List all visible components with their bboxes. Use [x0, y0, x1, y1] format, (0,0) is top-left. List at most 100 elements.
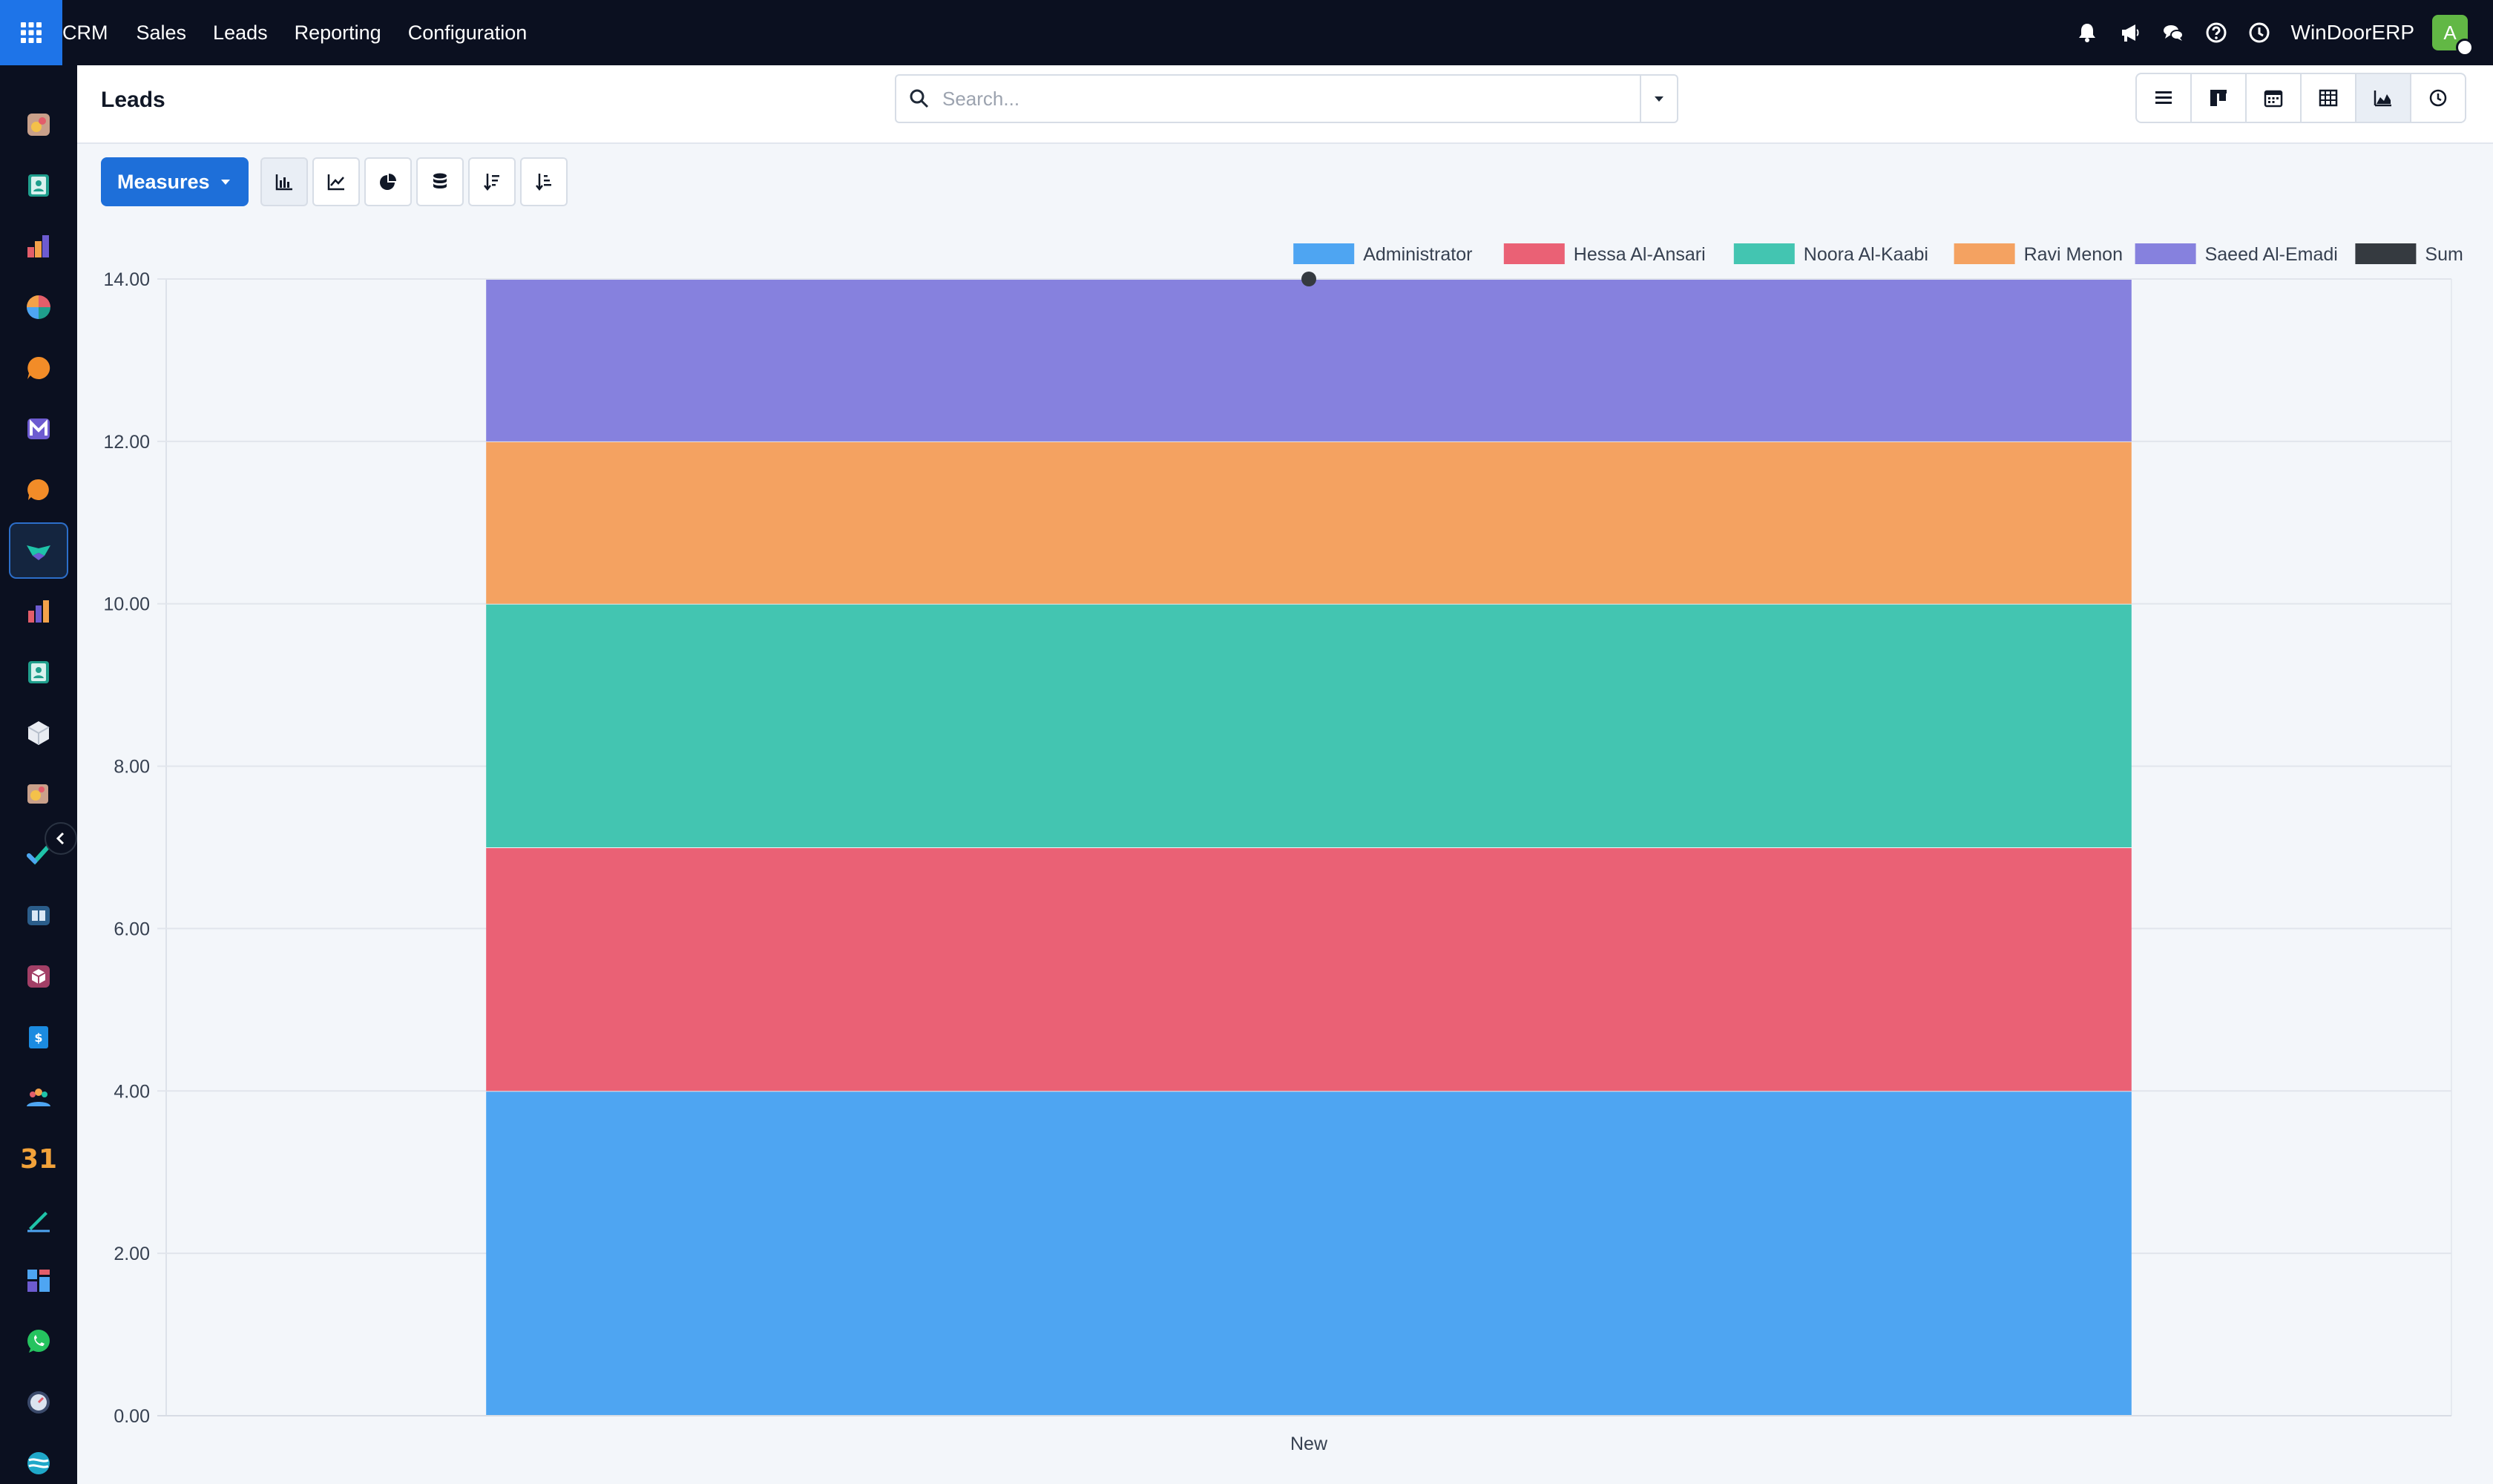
legend-label: Hessa Al-Ansari	[1574, 244, 1706, 265]
clock-app-icon[interactable]	[9, 1374, 68, 1431]
sum-point[interactable]	[1301, 272, 1316, 286]
calendar-app-icon[interactable]: 31	[9, 1131, 68, 1187]
legend-item[interactable]: Saeed Al-Emadi	[2135, 243, 2338, 265]
activity-view-button[interactable]	[2410, 73, 2466, 123]
grid-icon	[21, 22, 42, 43]
y-tick-label: 2.00	[114, 1244, 150, 1264]
livechat-app-icon[interactable]	[9, 462, 68, 518]
status-dot	[2456, 39, 2474, 56]
legend-swatch	[1733, 243, 1795, 264]
employees-app-icon[interactable]	[9, 644, 68, 700]
bell-icon[interactable]	[2066, 11, 2109, 54]
mail-app-icon[interactable]	[9, 401, 68, 457]
product-app-icon[interactable]	[9, 948, 68, 1005]
bar-segment[interactable]	[486, 441, 2132, 604]
legend-swatch	[1293, 243, 1355, 264]
leads-stacked-bar-chart: 0.00 2.00 4.00 6.00 8.00 10.00 12.00 14.00 New S…	[103, 243, 2463, 1454]
line-chart-button[interactable]	[312, 157, 360, 206]
sort-descending-icon	[483, 174, 499, 191]
contacts-app-icon[interactable]	[9, 157, 68, 214]
legend-item[interactable]: Sum	[2355, 243, 2463, 265]
caret-down-icon	[1655, 96, 1663, 102]
list-view-button[interactable]	[2135, 73, 2192, 123]
sidebar-collapse-button[interactable]	[45, 822, 77, 855]
dashboards-app-icon[interactable]	[9, 1252, 68, 1309]
invoicing-app-icon[interactable]: $	[9, 1009, 68, 1066]
y-tick-label: 10.00	[103, 594, 150, 615]
legend-item[interactable]: Administrator	[1293, 243, 1472, 265]
graph-view-button[interactable]	[2355, 73, 2411, 123]
menu-leads[interactable]: Leads	[200, 0, 281, 65]
megaphone-icon[interactable]	[2109, 11, 2152, 54]
bar-segment[interactable]	[486, 280, 2132, 441]
sort-ascending-icon	[535, 174, 551, 191]
measures-button[interactable]: Measures	[101, 157, 249, 206]
bar-segment[interactable]	[486, 848, 2132, 1091]
legend-label: Saeed Al-Emadi	[2205, 244, 2338, 265]
reporting-app-icon[interactable]	[9, 218, 68, 275]
legend-label: Sum	[2425, 244, 2463, 265]
legend-item[interactable]: Noora Al-Kaabi	[1733, 243, 1928, 265]
graph-toolbar: Measures	[101, 157, 568, 206]
systray: WinDoorERP A	[2066, 0, 2493, 65]
clock-icon[interactable]	[2238, 11, 2281, 54]
legend-label: Noora Al-Kaabi	[1804, 244, 1928, 265]
chat-icon[interactable]	[2152, 11, 2195, 54]
company-name[interactable]: WinDoorERP	[2291, 21, 2414, 45]
legend-swatch	[2355, 243, 2417, 264]
legend-label: Ravi Menon	[2024, 244, 2123, 265]
discuss-app-icon[interactable]	[9, 340, 68, 396]
kanban-icon	[2210, 90, 2227, 106]
team-app-icon[interactable]	[9, 1070, 68, 1126]
whatsapp-app-icon[interactable]	[9, 1313, 68, 1370]
bar-chart-icon	[275, 174, 292, 191]
avatar-initial: A	[2443, 21, 2457, 44]
area-chart-icon	[2374, 91, 2391, 107]
app-grid-button[interactable]	[0, 0, 62, 65]
pivot-view-button[interactable]	[2300, 73, 2356, 123]
sign-app-icon[interactable]	[9, 1192, 68, 1248]
kanban-view-button[interactable]	[2190, 73, 2247, 123]
calendar-view-button[interactable]	[2245, 73, 2302, 123]
dashboard-app-icon[interactable]	[9, 96, 68, 153]
chevron-left-icon	[56, 832, 65, 845]
search-input[interactable]	[942, 76, 1640, 121]
bar-segment[interactable]	[486, 1091, 2132, 1416]
website-app-icon[interactable]	[9, 1435, 68, 1484]
y-tick-label: 4.00	[114, 1081, 150, 1102]
legend-item[interactable]: Ravi Menon	[1954, 243, 2123, 265]
knowledge-app-icon[interactable]	[9, 887, 68, 944]
page-title: Leads	[101, 88, 165, 112]
clock-icon	[2429, 89, 2447, 107]
control-panel: Leads	[77, 65, 2493, 144]
crm-app-icon[interactable]	[9, 522, 68, 579]
x-tick-label: New	[1290, 1434, 1328, 1454]
sort-descending-button[interactable]	[467, 157, 516, 206]
menu-sales[interactable]: Sales	[123, 0, 200, 65]
pie-app-icon[interactable]	[9, 279, 68, 335]
search-icon[interactable]	[896, 76, 942, 122]
pie-chart-icon	[379, 174, 396, 190]
menu-reporting[interactable]: Reporting	[281, 0, 395, 65]
bar-chart-button[interactable]	[260, 157, 308, 206]
caret-down-icon	[220, 180, 230, 185]
menu-configuration[interactable]: Configuration	[395, 0, 541, 65]
sales-app-icon[interactable]	[9, 583, 68, 640]
bar-segment[interactable]	[486, 604, 2132, 847]
main-menu: CRM Sales Leads Reporting Configuration	[62, 0, 540, 65]
pie-chart-button[interactable]	[364, 157, 412, 206]
top-navbar: CRM Sales Leads Reporting Configuration …	[0, 0, 2493, 65]
sort-ascending-button[interactable]	[519, 157, 568, 206]
art-app-icon[interactable]	[9, 766, 68, 822]
y-tick-label: 8.00	[114, 757, 150, 778]
y-tick-label: 6.00	[114, 919, 150, 939]
view-switcher	[2135, 73, 2466, 123]
stacked-button[interactable]	[416, 157, 464, 206]
help-icon[interactable]	[2195, 11, 2238, 54]
legend-item[interactable]: Hessa Al-Ansari	[1503, 243, 1706, 265]
inventory-app-icon[interactable]	[9, 705, 68, 761]
menu-crm[interactable]: CRM	[62, 0, 123, 65]
search-options-toggle[interactable]	[1640, 76, 1677, 122]
legend-label: Administrator	[1363, 244, 1472, 265]
user-avatar[interactable]: A	[2432, 15, 2474, 56]
